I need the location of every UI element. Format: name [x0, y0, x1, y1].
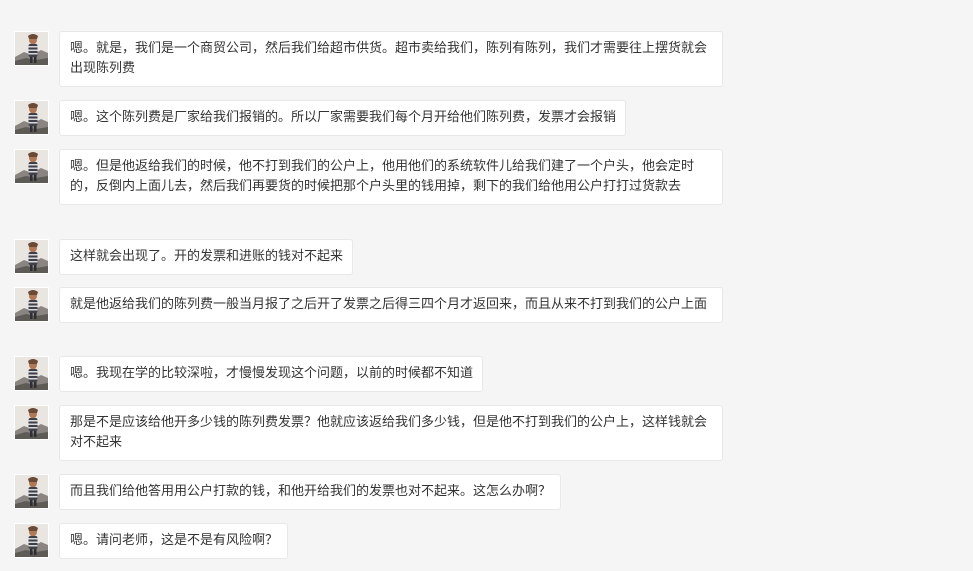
- message-bubble: 嗯。这个陈列费是厂家给我们报销的。所以厂家需要我们每个月开给他们陈列费，发票才会…: [59, 100, 627, 136]
- avatar[interactable]: [14, 523, 49, 558]
- avatar[interactable]: [14, 474, 49, 509]
- message-bubble: 嗯。但是他返给我们的时候，他不打到我们的公户上，他用他们的系统软件儿给我们建了一…: [59, 149, 723, 205]
- avatar[interactable]: [14, 405, 49, 440]
- message-bubble: 那是不是应该给他开多少钱的陈列费发票？他就应该返给我们多少钱，但是他不打到我们的…: [59, 405, 723, 461]
- avatar[interactable]: [14, 100, 49, 135]
- message-bubble: 嗯。请问老师，这是不是有风险啊？: [59, 523, 289, 559]
- avatar[interactable]: [14, 239, 49, 274]
- chat-message-list: 嗯。就是，我们是一个商贸公司，然后我们给超市供货。超市卖给我们，陈列有陈列，我们…: [0, 0, 973, 571]
- avatar[interactable]: [14, 356, 49, 391]
- message-bubble: 嗯。就是，我们是一个商贸公司，然后我们给超市供货。超市卖给我们，陈列有陈列，我们…: [59, 31, 723, 87]
- message-bubble: 而且我们给他答用用公户打款的钱，和他开给我们的发票也对不起来。这怎么办啊？: [59, 474, 562, 510]
- avatar[interactable]: [14, 31, 49, 66]
- avatar[interactable]: [14, 287, 49, 322]
- message-bubble: 就是他返给我们的陈列费一般当月报了之后开了发票之后得三四个月才返回来，而且从来不…: [59, 287, 723, 323]
- avatar[interactable]: [14, 149, 49, 184]
- message-bubble: 嗯。我现在学的比较深啦，才慢慢发现这个问题，以前的时候都不知道: [59, 356, 484, 392]
- message-bubble: 这样就会出现了。开的发票和进账的钱对不起来: [59, 239, 354, 275]
